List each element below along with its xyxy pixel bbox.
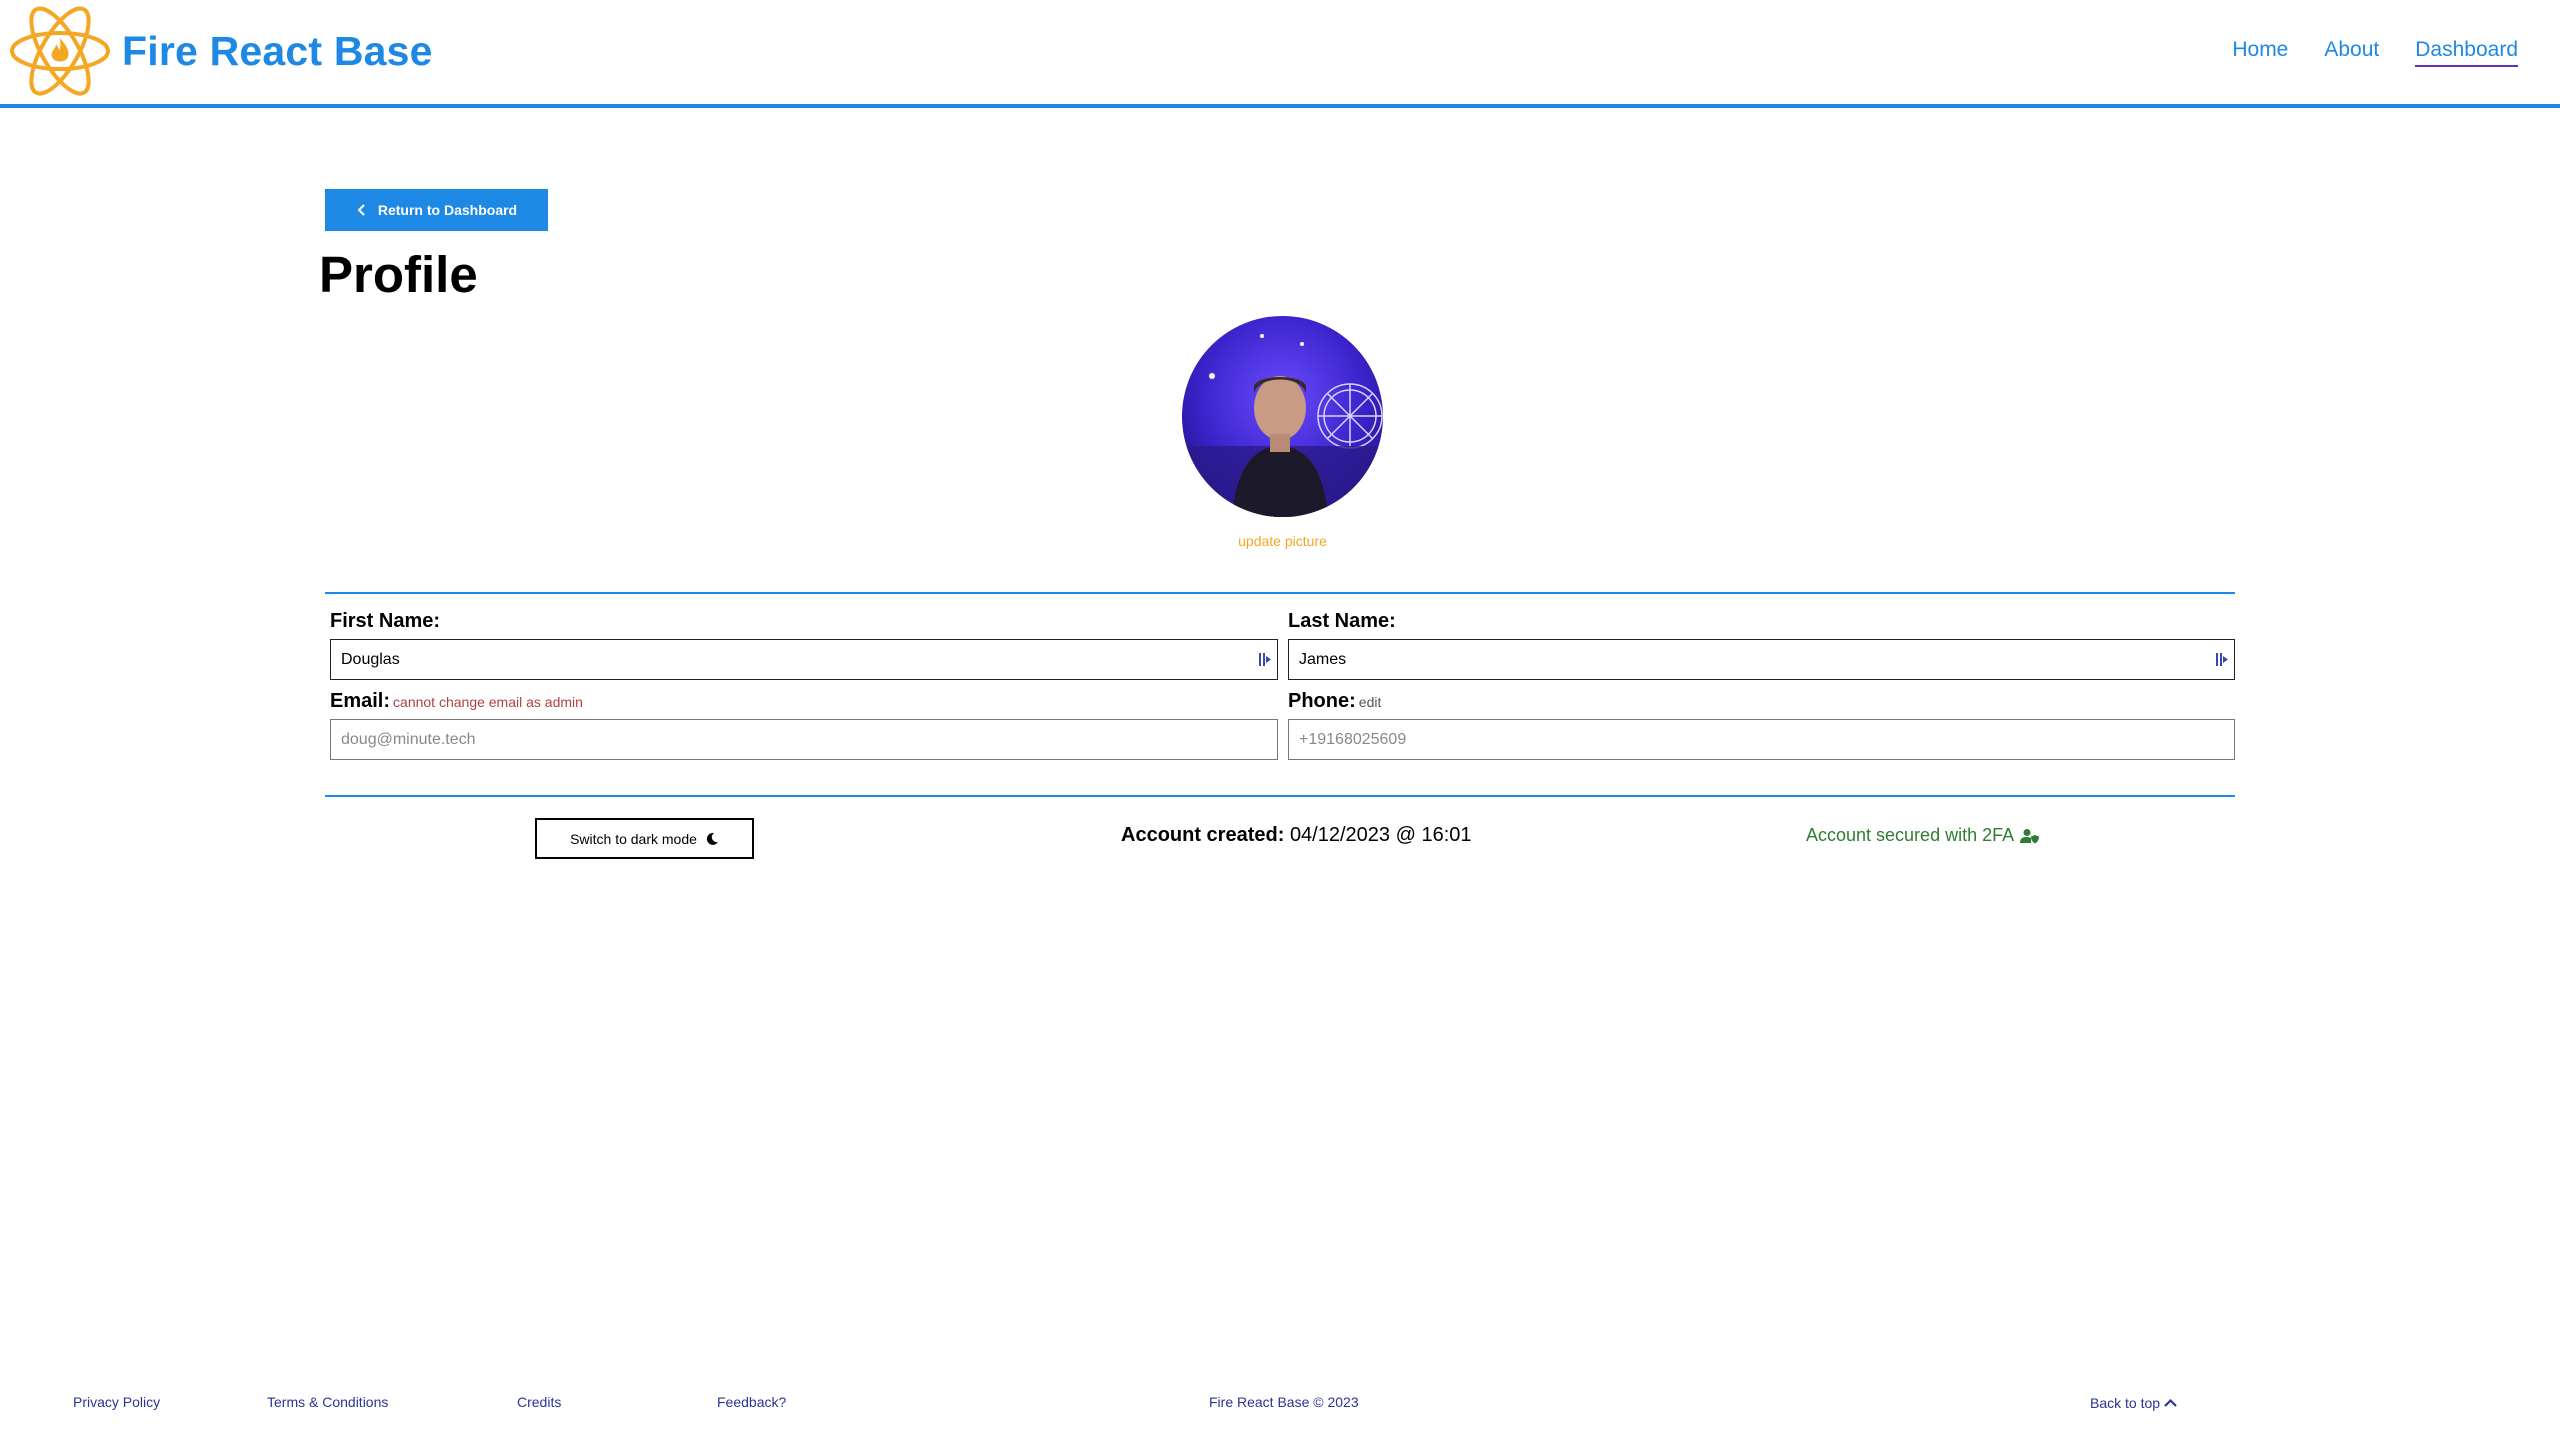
footer-credits[interactable]: Credits (517, 1394, 561, 1410)
account-created: Account created: 04/12/2023 @ 16:01 (1121, 824, 1472, 847)
phone-edit-link[interactable]: edit (1359, 694, 1382, 710)
update-picture-link[interactable]: update picture (1182, 533, 1383, 549)
last-name-label: Last Name: (1288, 610, 1396, 633)
profile-photo-icon (1182, 316, 1383, 517)
return-button-label: Return to Dashboard (377, 202, 518, 218)
email-value: doug@minute.tech (341, 730, 476, 748)
email-label: Email: cannot change email as admin (330, 690, 583, 713)
first-name-value: Douglas (341, 650, 400, 668)
email-field[interactable]: doug@minute.tech (330, 719, 1278, 760)
twofa-status: Account secured with 2FA (1806, 825, 2040, 846)
user-shield-icon (2020, 828, 2040, 843)
top-header: Fire React Base Home About Dashboard (0, 0, 2560, 108)
chevron-up-icon (2164, 1398, 2177, 1407)
autofill-icon[interactable] (1258, 651, 1272, 668)
moon-icon (706, 832, 718, 845)
nav-dashboard[interactable]: Dashboard (2415, 38, 2518, 67)
first-name-label-text: First Name: (330, 610, 441, 632)
divider-bottom (325, 795, 2235, 797)
last-name-label-text: Last Name: (1288, 610, 1396, 632)
nav-about[interactable]: About (2324, 38, 2379, 67)
back-to-top-link[interactable]: Back to top (2090, 1395, 2177, 1411)
return-to-dashboard-button[interactable]: Return to Dashboard (325, 189, 548, 231)
divider-top (325, 592, 2235, 594)
profile-avatar (1182, 316, 1383, 517)
atom-flame-logo-icon (10, 6, 110, 96)
phone-label-text: Phone: (1288, 690, 1356, 712)
footer-privacy-policy[interactable]: Privacy Policy (73, 1394, 160, 1410)
last-name-input[interactable]: James (1288, 639, 2235, 680)
main-nav: Home About Dashboard (2232, 38, 2518, 67)
brand-name: Fire React Base (122, 27, 433, 74)
brand[interactable]: Fire React Base (8, 4, 433, 98)
email-hint: cannot change email as admin (393, 694, 583, 710)
first-name-label: First Name: (330, 610, 440, 633)
footer-copyright: Fire React Base © 2023 (1209, 1394, 1359, 1410)
dark-mode-toggle-button[interactable]: Switch to dark mode (535, 818, 754, 859)
phone-label: Phone: edit (1288, 690, 1381, 713)
footer-terms-conditions[interactable]: Terms & Conditions (267, 1394, 388, 1410)
email-label-text: Email: (330, 690, 391, 712)
phone-field[interactable]: +19168025609 (1288, 719, 2235, 760)
back-to-top-label: Back to top (2090, 1395, 2161, 1411)
chevron-left-icon (357, 204, 365, 216)
page-title: Profile (319, 246, 478, 303)
nav-home[interactable]: Home (2232, 38, 2288, 67)
dark-mode-label: Switch to dark mode (570, 830, 697, 847)
autofill-icon[interactable] (2215, 651, 2229, 668)
last-name-value: James (1299, 650, 1347, 668)
twofa-label: Account secured with 2FA (1806, 825, 2015, 845)
first-name-input[interactable]: Douglas (330, 639, 1278, 680)
account-created-label: Account created: (1121, 824, 1285, 846)
phone-value: +19168025609 (1299, 730, 1407, 748)
footer-feedback[interactable]: Feedback? (717, 1394, 786, 1410)
account-created-value: 04/12/2023 @ 16:01 (1289, 824, 1472, 846)
